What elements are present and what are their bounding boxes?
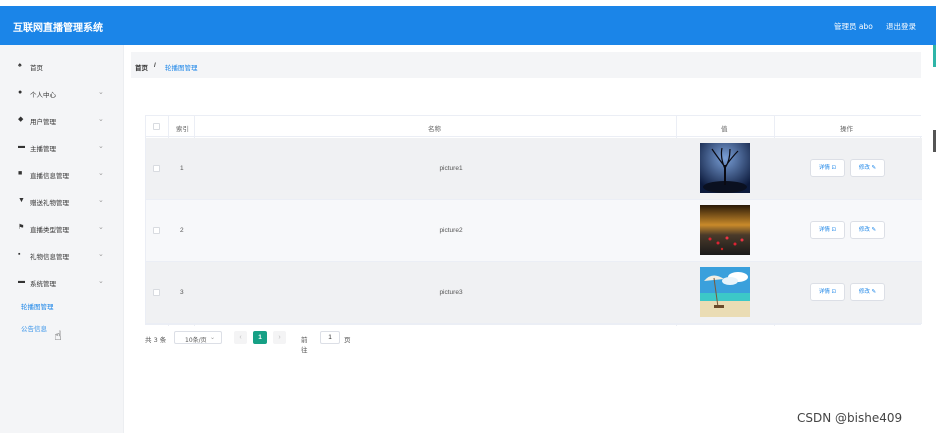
- table-row[interactable]: 1 picture1 详情 ⊡ 修改 ✎: [146, 138, 922, 200]
- sidebar-item-8[interactable]: ▬ 系统管理 ⌄: [0, 272, 124, 292]
- briefcase-icon: ▬: [18, 143, 25, 150]
- chevron-down-icon: ⌄: [209, 334, 215, 341]
- chevron-down-icon: ⌄: [98, 224, 104, 231]
- breadcrumb: 首页 / 轮播图管理: [131, 52, 921, 78]
- chevron-down-icon: ⌄: [98, 278, 104, 285]
- grid-icon: ▪: [18, 251, 21, 258]
- row-checkbox[interactable]: [153, 165, 160, 172]
- top-header: 互联网直播管理系统 管理员 abo 退出登录: [0, 6, 936, 45]
- sidebar-item-5[interactable]: ▼ 赠送礼物管理 ⌄: [0, 191, 124, 211]
- row-name: picture2: [439, 227, 463, 234]
- admin-label[interactable]: 管理员 abo: [834, 21, 873, 32]
- row-name: picture1: [439, 165, 463, 172]
- breadcrumb-home[interactable]: 首页: [135, 62, 148, 72]
- edit-button[interactable]: 修改 ✎: [850, 283, 885, 301]
- page-size-value: 10条/页: [185, 337, 207, 344]
- col-index: 索引: [176, 125, 189, 133]
- sidebar-item-label: 首页: [30, 64, 43, 72]
- row-checkbox[interactable]: [153, 227, 160, 234]
- settings-icon: ▬: [18, 278, 25, 285]
- sidebar-item-label: 个人中心: [30, 91, 56, 99]
- sidebar-item-2[interactable]: ◆ 用户管理 ⌄: [0, 110, 124, 130]
- chevron-down-icon: ⌄: [98, 89, 104, 96]
- edit-button[interactable]: 修改 ✎: [850, 159, 885, 177]
- home-icon: ♠: [18, 62, 22, 69]
- col-name: 名称: [428, 125, 441, 133]
- hand-cursor-icon: ☝: [54, 328, 62, 343]
- table-row[interactable]: 3 picture3 详情 ⊡ 修改 ✎: [146, 262, 922, 324]
- row-index: 2: [180, 227, 184, 234]
- chevron-down-icon: ⌄: [98, 116, 104, 123]
- sidebar-item-1[interactable]: ● 个人中心 ⌄: [0, 83, 124, 103]
- detail-button[interactable]: 详情 ⊡: [810, 221, 845, 239]
- breadcrumb-current: 轮播图管理: [165, 64, 198, 72]
- chevron-down-icon: ⌄: [98, 143, 104, 150]
- sidebar-item-label: 主播管理: [30, 145, 56, 153]
- carousel-table: 索引 名称 值 操作 1 picture1 详情 ⊡ 修改 ✎ 2 pictur…: [145, 115, 922, 326]
- sidebar-subitem-carousel[interactable]: 轮播图管理: [21, 301, 54, 311]
- shield-icon: ▼: [18, 197, 25, 204]
- breadcrumb-separator: /: [154, 62, 156, 69]
- logout-button[interactable]: 退出登录: [886, 21, 916, 32]
- user-icon: ●: [18, 89, 23, 96]
- row-index: 3: [180, 289, 184, 296]
- app-title: 互联网直播管理系统: [13, 23, 103, 34]
- row-checkbox[interactable]: [153, 289, 160, 296]
- select-all-checkbox[interactable]: [153, 123, 160, 130]
- sidebar-item-3[interactable]: ▬ 主播管理 ⌄: [0, 137, 124, 157]
- tree-night-image[interactable]: [700, 143, 750, 193]
- sidebar-item-label: 赠送礼物管理: [30, 199, 69, 207]
- chevron-down-icon: ⌄: [98, 251, 104, 258]
- row-index: 1: [180, 165, 184, 172]
- sidebar-item-label: 用户管理: [30, 118, 56, 126]
- sidebar-item-label: 礼物信息管理: [30, 253, 69, 261]
- next-page-button[interactable]: ›: [273, 331, 286, 344]
- flowers-dark-image[interactable]: [700, 205, 750, 255]
- sidebar-subitem-notice[interactable]: 公告信息: [21, 323, 47, 333]
- edit-button[interactable]: 修改 ✎: [850, 221, 885, 239]
- sidebar-item-label: 系统管理: [30, 280, 56, 288]
- col-actions: 操作: [840, 125, 853, 133]
- goto-page-input[interactable]: 1: [320, 331, 340, 344]
- table-header: 索引 名称 值 操作: [146, 116, 922, 137]
- sidebar-item-0[interactable]: ♠ 首页: [0, 56, 124, 76]
- sidebar-item-label: 直播信息管理: [30, 172, 69, 180]
- beach-umbrella-image[interactable]: [700, 267, 750, 317]
- chevron-down-icon: ⌄: [98, 170, 104, 177]
- chevron-down-icon: ⌄: [98, 197, 104, 204]
- col-value: 值: [721, 125, 728, 133]
- watermark: CSDN @bishe409: [797, 411, 903, 425]
- pagination-total: 共 3 条: [145, 336, 167, 344]
- sidebar-item-6[interactable]: ⚑ 直播类型管理 ⌄: [0, 218, 124, 238]
- sidebar-item-label: 直播类型管理: [30, 226, 69, 234]
- goto-label: 前往: [301, 336, 308, 354]
- goto-unit: 页: [344, 336, 351, 344]
- page-number-current[interactable]: 1: [253, 331, 267, 344]
- prev-page-button[interactable]: ‹: [234, 331, 247, 344]
- flag-icon: ⚑: [18, 224, 25, 231]
- table-row[interactable]: 2 picture2 详情 ⊡ 修改 ✎: [146, 200, 922, 262]
- detail-button[interactable]: 详情 ⊡: [810, 159, 845, 177]
- main-content: 首页 / 轮播图管理 索引 名称 值 操作 1 picture1 详情 ⊡ 修改…: [125, 45, 936, 433]
- detail-button[interactable]: 详情 ⊡: [810, 283, 845, 301]
- list-icon: ■: [18, 170, 23, 177]
- location-icon: ◆: [18, 116, 24, 123]
- page-size-select[interactable]: 10条/页 ⌄: [174, 331, 222, 344]
- sidebar-item-4[interactable]: ■ 直播信息管理 ⌄: [0, 164, 124, 184]
- sidebar-item-7[interactable]: ▪ 礼物信息管理 ⌄: [0, 245, 124, 265]
- row-name: picture3: [439, 289, 463, 296]
- sidebar: ♠ 首页 ● 个人中心 ⌄ ◆ 用户管理 ⌄ ▬ 主播管理 ⌄ ■ 直播信息管理 ⌄ ▼ 赠送礼物管理 ⌄ ⚑ 直播…: [0, 45, 124, 433]
